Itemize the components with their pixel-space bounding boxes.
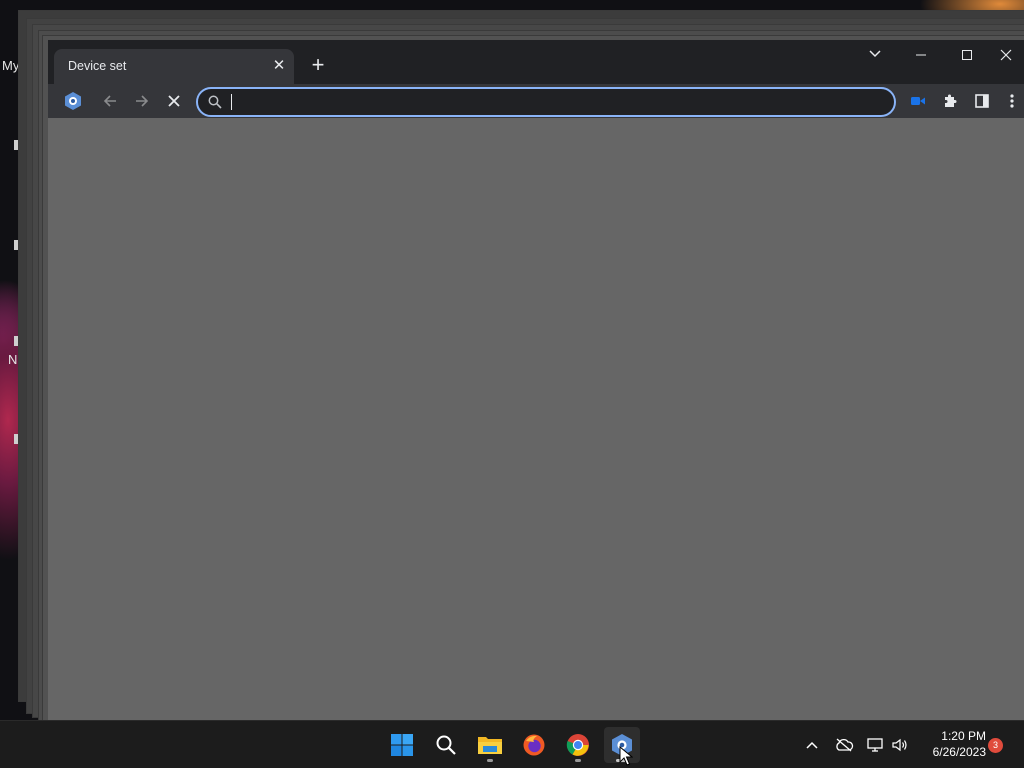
page-content (48, 118, 1024, 720)
side-panel-icon (975, 94, 989, 108)
browser-menu-button[interactable] (1002, 89, 1022, 113)
address-bar[interactable] (196, 87, 896, 117)
browser-toolbar (48, 84, 1024, 118)
windows-start-icon (391, 734, 413, 756)
camera-indicator-button[interactable] (906, 89, 930, 113)
file-explorer-button[interactable] (472, 727, 508, 763)
address-input[interactable] (230, 92, 874, 114)
cloud-offline-icon (836, 738, 854, 752)
chevron-up-icon (806, 741, 818, 749)
maximize-icon (962, 50, 972, 60)
minimize-button[interactable] (898, 42, 944, 70)
taskbar-search-button[interactable] (428, 727, 464, 763)
speaker-icon (892, 738, 907, 752)
chrome-button[interactable] (560, 727, 596, 763)
mouse-cursor-icon (619, 746, 633, 766)
search-icon (436, 735, 456, 755)
desktop-icon-label[interactable]: N (8, 352, 17, 367)
close-icon (168, 95, 180, 107)
clock-date: 6/26/2023 (932, 745, 986, 759)
kebab-menu-icon (1010, 94, 1014, 108)
close-window-button[interactable] (988, 42, 1024, 70)
desktop-icon-label[interactable]: My (2, 58, 19, 73)
tab-title: Device set (68, 59, 127, 73)
notification-badge[interactable]: 3 (988, 738, 1003, 753)
tab-device-set[interactable]: Device set ✕ (54, 49, 294, 84)
new-tab-button[interactable]: + (306, 54, 330, 78)
browser-window: Device set ✕ + (48, 40, 1024, 720)
close-icon (1000, 49, 1012, 61)
taskbar: 1:20 PM 6/26/2023 3 (0, 720, 1024, 768)
side-panel-button[interactable] (970, 89, 994, 113)
chrome-icon (566, 734, 589, 756)
show-hidden-icons-button[interactable] (800, 733, 824, 757)
network-icon (867, 738, 883, 752)
maximize-button[interactable] (944, 42, 990, 70)
puzzle-icon (945, 94, 957, 107)
chevron-down-icon (869, 50, 881, 58)
search-icon (208, 95, 222, 109)
app-logo-button[interactable] (61, 89, 85, 113)
tab-close-button[interactable]: ✕ (270, 57, 288, 75)
extensions-button[interactable] (938, 89, 962, 113)
forward-button[interactable] (130, 89, 154, 113)
system-clock[interactable]: 1:20 PM 6/26/2023 (920, 728, 986, 760)
video-camera-icon (911, 97, 925, 105)
volume-button[interactable] (888, 733, 912, 757)
running-indicator (487, 759, 493, 762)
network-button[interactable] (864, 733, 888, 757)
running-indicator (575, 759, 581, 762)
stop-loading-button[interactable] (162, 89, 186, 113)
firefox-button[interactable] (516, 727, 552, 763)
onedrive-button[interactable] (832, 733, 856, 757)
tab-search-button[interactable] (852, 42, 898, 70)
text-caret (231, 94, 232, 110)
minimize-icon (916, 54, 926, 56)
folder-icon (478, 737, 502, 754)
clock-time: 1:20 PM (941, 729, 986, 743)
start-button[interactable] (384, 727, 420, 763)
arrow-right-icon (136, 95, 149, 107)
firefox-icon (523, 734, 545, 756)
tab-strip: Device set ✕ + (48, 40, 1024, 84)
back-button[interactable] (98, 89, 122, 113)
arrow-left-icon (103, 95, 116, 107)
hexagon-logo-icon (65, 92, 81, 110)
